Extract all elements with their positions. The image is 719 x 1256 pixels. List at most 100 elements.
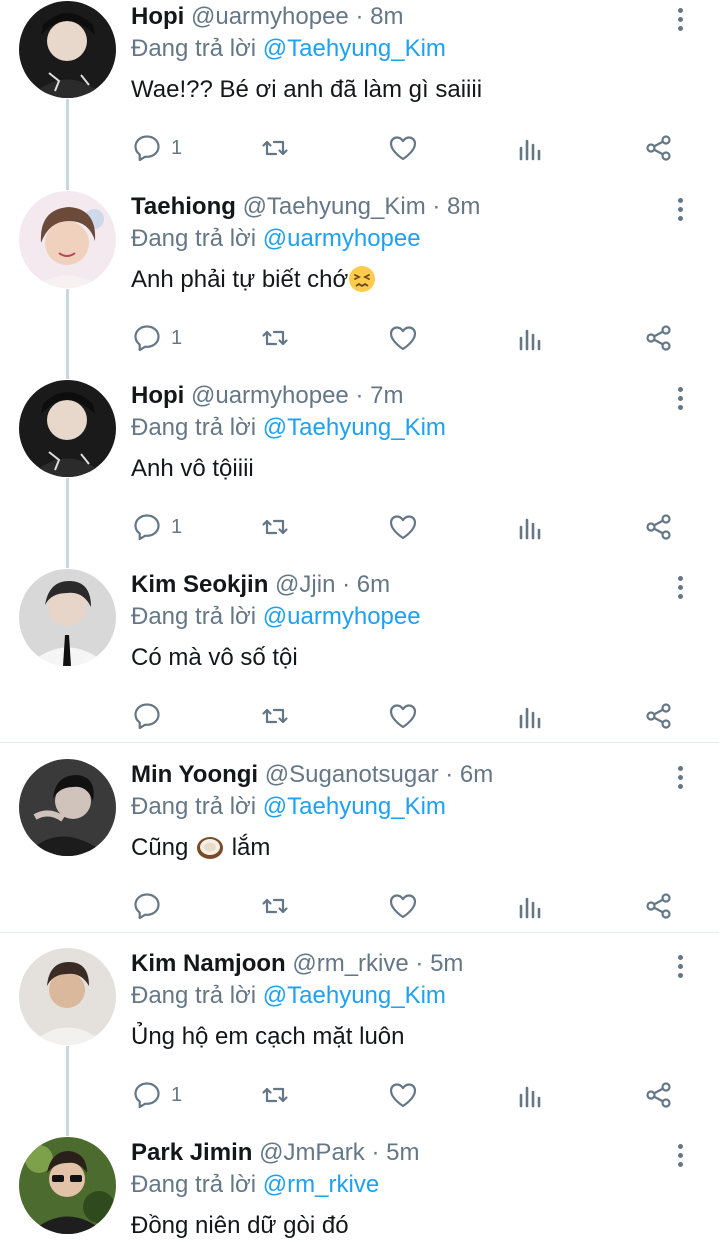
retweet-icon (262, 898, 288, 914)
tweet[interactable]: Hopi @uarmyhopee · 7m Đang trả lời @Taeh… (0, 379, 719, 565)
avatar[interactable] (19, 191, 116, 288)
mention-link[interactable]: @rm_rkive (263, 1171, 379, 1198)
display-name[interactable]: Min Yoongi (131, 761, 258, 788)
display-name[interactable]: Taehiong (131, 193, 236, 220)
avatar[interactable] (19, 759, 116, 856)
analytics-button[interactable] (516, 1075, 546, 1115)
avatar[interactable] (19, 1, 116, 98)
separator: · (445, 761, 454, 788)
analytics-icon (519, 518, 541, 540)
more-vertical-icon[interactable] (668, 953, 692, 981)
user-handle[interactable]: @Taehyung_Kim (243, 193, 426, 220)
heart-icon (389, 326, 417, 351)
reply-icon (134, 893, 160, 920)
reply-button[interactable]: 1 (132, 128, 182, 168)
tweet[interactable]: Min Yoongi @Suganotsugar · 6m Đang trả l… (0, 758, 719, 933)
share-icon (646, 514, 671, 540)
tweet[interactable]: Park Jimin @JmPark · 5m Đang trả lời @rm… (0, 1136, 719, 1256)
timestamp[interactable]: 5m (386, 1139, 419, 1166)
like-button[interactable] (388, 128, 418, 168)
user-handle[interactable]: @rm_rkive (292, 950, 408, 977)
heart-icon (389, 704, 417, 729)
reply-button[interactable] (132, 886, 171, 926)
timestamp[interactable]: 6m (357, 571, 390, 598)
share-button[interactable] (644, 696, 674, 736)
analytics-button[interactable] (516, 128, 546, 168)
timestamp[interactable]: 7m (370, 382, 403, 409)
avatar[interactable] (19, 380, 116, 477)
retweet-button[interactable] (260, 318, 290, 358)
timestamp[interactable]: 8m (447, 193, 480, 220)
tweet[interactable]: Kim Seokjin @Jjin · 6m Đang trả lời @uar… (0, 568, 719, 743)
tweet[interactable]: Taehiong @Taehyung_Kim · 8m Đang trả lời… (0, 190, 719, 376)
retweet-button[interactable] (260, 696, 290, 736)
share-icon (646, 703, 671, 729)
mention-link[interactable]: @Taehyung_Kim (263, 793, 446, 820)
retweet-button[interactable] (260, 507, 290, 547)
share-button[interactable] (644, 507, 674, 547)
retweet-icon (262, 330, 288, 346)
tweet-header: Hopi @uarmyhopee · 8m (131, 2, 403, 32)
tweet-header: Kim Seokjin @Jjin · 6m (131, 570, 390, 600)
display-name[interactable]: Kim Namjoon (131, 950, 286, 977)
retweet-button[interactable] (260, 128, 290, 168)
tweet[interactable]: Hopi @uarmyhopee · 8m Đang trả lời @Taeh… (0, 0, 719, 186)
like-button[interactable] (388, 696, 418, 736)
share-button[interactable] (644, 128, 674, 168)
avatar[interactable] (19, 569, 116, 666)
reply-icon (134, 135, 160, 162)
avatar[interactable] (19, 948, 116, 1045)
more-vertical-icon[interactable] (668, 6, 692, 34)
reply-prefix: Đang trả lời (131, 414, 257, 441)
separator: · (371, 1139, 380, 1166)
share-button[interactable] (644, 886, 674, 926)
mention-link[interactable]: @uarmyhopee (263, 603, 421, 630)
reply-prefix: Đang trả lời (131, 225, 257, 252)
analytics-icon (519, 139, 541, 161)
mention-link[interactable]: @Taehyung_Kim (263, 414, 446, 441)
more-vertical-icon[interactable] (668, 196, 692, 224)
user-handle[interactable]: @uarmyhopee (191, 3, 349, 30)
user-handle[interactable]: @uarmyhopee (191, 382, 349, 409)
analytics-button[interactable] (516, 696, 546, 736)
display-name[interactable]: Kim Seokjin (131, 571, 268, 598)
analytics-button[interactable] (516, 886, 546, 926)
tweet-actions: 1 (0, 318, 719, 358)
share-button[interactable] (644, 318, 674, 358)
like-button[interactable] (388, 318, 418, 358)
like-button[interactable] (388, 886, 418, 926)
more-vertical-icon[interactable] (668, 764, 692, 792)
reply-button[interactable]: 1 (132, 318, 182, 358)
mention-link[interactable]: @Taehyung_Kim (263, 35, 446, 62)
retweet-button[interactable] (260, 1075, 290, 1115)
reply-button[interactable] (132, 696, 171, 736)
user-handle[interactable]: @JmPark (259, 1139, 365, 1166)
tweet-text-before: Cũng (131, 834, 189, 861)
tweet[interactable]: Kim Namjoon @rm_rkive · 5m Đang trả lời … (0, 947, 719, 1133)
avatar[interactable] (19, 1137, 116, 1234)
display-name[interactable]: Park Jimin (131, 1139, 252, 1166)
mention-link[interactable]: @Taehyung_Kim (263, 982, 446, 1009)
share-button[interactable] (644, 1075, 674, 1115)
analytics-button[interactable] (516, 507, 546, 547)
mention-link[interactable]: @uarmyhopee (263, 225, 421, 252)
timestamp[interactable]: 6m (460, 761, 493, 788)
tweet-actions: 1 (0, 1075, 719, 1115)
retweet-button[interactable] (260, 886, 290, 926)
more-vertical-icon[interactable] (668, 574, 692, 602)
display-name[interactable]: Hopi (131, 382, 184, 409)
reply-button[interactable]: 1 (132, 507, 182, 547)
like-button[interactable] (388, 507, 418, 547)
more-vertical-icon[interactable] (668, 385, 692, 413)
more-vertical-icon[interactable] (668, 1142, 692, 1170)
analytics-button[interactable] (516, 318, 546, 358)
user-handle[interactable]: @Suganotsugar (265, 761, 439, 788)
retweet-icon (262, 708, 288, 724)
reply-icon (134, 514, 160, 541)
user-handle[interactable]: @Jjin (275, 571, 335, 598)
timestamp[interactable]: 8m (370, 3, 403, 30)
timestamp[interactable]: 5m (430, 950, 463, 977)
reply-button[interactable]: 1 (132, 1075, 182, 1115)
display-name[interactable]: Hopi (131, 3, 184, 30)
like-button[interactable] (388, 1075, 418, 1115)
